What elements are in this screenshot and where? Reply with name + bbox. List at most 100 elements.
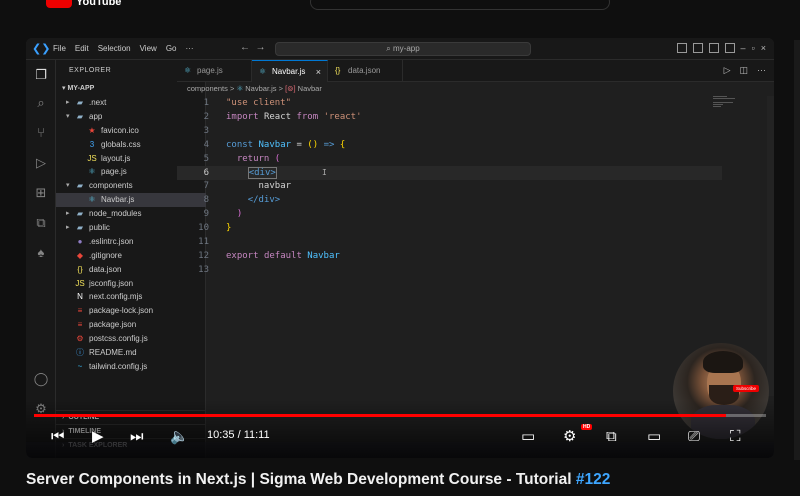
file-type-icon: ⚙ [76,334,84,344]
search-icon[interactable]: ⌕ [32,94,50,112]
close-icon[interactable]: × [761,43,766,53]
tree-item-label: package.json [89,320,137,330]
editor-scrollbar[interactable] [767,96,774,396]
editor-tab[interactable]: ⚛ Navbar.js × [252,60,328,82]
fullscreen-icon[interactable]: ⛶ [730,427,741,447]
next-icon[interactable]: ⏭ [130,427,144,447]
line-number: 8 [203,195,209,206]
remote-explorer-icon[interactable]: ⧉ [32,214,50,232]
breadcrumb-symbol[interactable]: Navbar [298,84,322,93]
file-type-icon: JS [75,278,85,288]
code-line[interactable]: 7 navbar [177,179,722,193]
explorer-header: EXPLORER [69,67,112,74]
code-line[interactable]: 13 [177,263,722,277]
subscribe-badge: Subscribe [733,385,760,392]
theater-mode-icon[interactable]: ▭ [647,427,661,447]
chevron-down-icon: ▾ [66,182,70,190]
tree-item-label: tailwind.config.js [89,361,148,371]
code-text: } [226,223,232,234]
volume-icon[interactable]: 🔈 [170,427,189,447]
code-line[interactable]: 6 <div> I [177,165,722,180]
youtube-logo-icon[interactable] [46,0,72,8]
file-type-icon: ⚛ [88,195,96,205]
menu-item[interactable]: Selection [98,44,131,53]
subtitles-icon[interactable]: ▭ [521,427,535,447]
menu-item[interactable]: View [140,44,157,53]
tree-item-label: README.md [89,348,137,358]
code-line[interactable]: 9 ) [177,207,722,221]
maximize-icon[interactable]: ▫ [752,43,755,53]
code-line[interactable]: 4 const Navbar = () => { [177,138,722,152]
file-type-icon: {} [335,66,341,75]
file-type-icon: ⚛ [184,66,192,75]
layout-sidebar-icon[interactable] [676,43,687,53]
folder-icon: ▰ [76,111,84,121]
code-line[interactable]: 8 </div> [177,193,722,207]
settings-gear-icon[interactable]: ⚙ [563,427,576,447]
menu-item[interactable]: File [53,44,66,53]
miniplayer-icon[interactable]: ⧉ [606,427,617,447]
menu-item[interactable]: ··· [185,44,193,53]
cast-icon[interactable]: ⎚ [688,427,700,447]
minimap[interactable] [713,96,743,116]
layout-secondary-icon[interactable] [708,43,719,53]
workspace-root[interactable]: ▾ MY-APP [62,84,94,92]
source-control-icon[interactable]: ⑂ [32,124,50,142]
tree-item-label: data.json [89,264,122,274]
nav-arrows-icon[interactable]: ← → [240,42,266,53]
code-line[interactable]: 10} [177,221,722,235]
chevron-down-icon: ▾ [66,112,70,120]
tab-label: page.js [197,66,223,75]
code-text: <div> [247,166,277,179]
previous-icon[interactable]: ⏮ [51,427,65,447]
line-number: 4 [203,139,209,150]
extensions-icon[interactable]: ⊞ [32,184,50,202]
tab-actions: ▷ ◫ ··· [724,65,766,76]
editor-tab[interactable]: {} data.json [328,60,403,82]
line-number: 11 [198,237,209,247]
code-editor[interactable]: 1 "use client" 2 import React from 'react' 3… [177,96,774,396]
explorer-icon[interactable]: ❐ [32,66,50,84]
code-line[interactable]: 12 export default Navbar [177,249,722,263]
minimap-line [713,104,723,105]
vscode-titlebar: ❮❯ File Edit Selection View Go ··· ← → ⌕ my-a… [26,38,774,60]
video-player[interactable]: ❮❯ File Edit Selection View Go ··· ← → ⌕ my-a… [26,38,774,458]
youtube-search-box[interactable] [310,0,610,10]
video-title-hashtag[interactable]: #122 [576,471,610,488]
breadcrumb-folder[interactable]: components [187,84,228,93]
layout-customize-icon[interactable] [724,43,735,53]
close-icon[interactable]: × [316,61,321,83]
code-line[interactable]: 11 [177,235,722,249]
tree-item-label: node_modules [89,209,142,219]
youtube-header: YouTube [0,0,800,14]
tree-item-label: .gitignore [89,250,122,260]
folder-icon: ▰ [76,223,84,233]
command-center[interactable]: ⌕ my-app [275,42,531,56]
mongodb-leaf-icon[interactable]: ♠ [32,244,50,262]
breadcrumb-file[interactable]: Navbar.js [245,84,276,93]
code-line[interactable]: 3 [177,124,722,138]
file-type-icon: ≡ [77,306,83,316]
minimize-icon[interactable]: – [741,43,746,53]
line-number: 1 [203,98,209,108]
run-debug-icon[interactable]: ▷ [32,154,50,172]
run-icon[interactable]: ▷ [724,65,731,76]
youtube-logo-text[interactable]: YouTube [76,0,121,8]
menu-item[interactable]: Go [166,44,177,53]
split-editor-icon[interactable]: ◫ [739,65,748,76]
progress-bar[interactable] [34,414,766,417]
editor-tab[interactable]: ⚛ page.js [177,60,252,82]
minimap-line [713,102,733,103]
code-line[interactable]: 2 import React from 'react' [177,110,722,124]
workspace-root-label: MY-APP [67,85,95,92]
play-icon[interactable]: ▶ [92,427,104,447]
code-line[interactable]: 1 "use client" [177,96,722,110]
code-line[interactable]: 5 return ( [177,152,722,166]
tree-item-label: page.js [101,167,127,177]
more-actions-icon[interactable]: ··· [757,65,766,76]
layout-panel-icon[interactable] [692,43,703,53]
account-icon[interactable]: ◯ [32,370,50,388]
side-panel-edge [794,40,800,460]
menu-item[interactable]: Edit [75,44,89,53]
tree-item-label: Navbar.js [101,195,135,205]
